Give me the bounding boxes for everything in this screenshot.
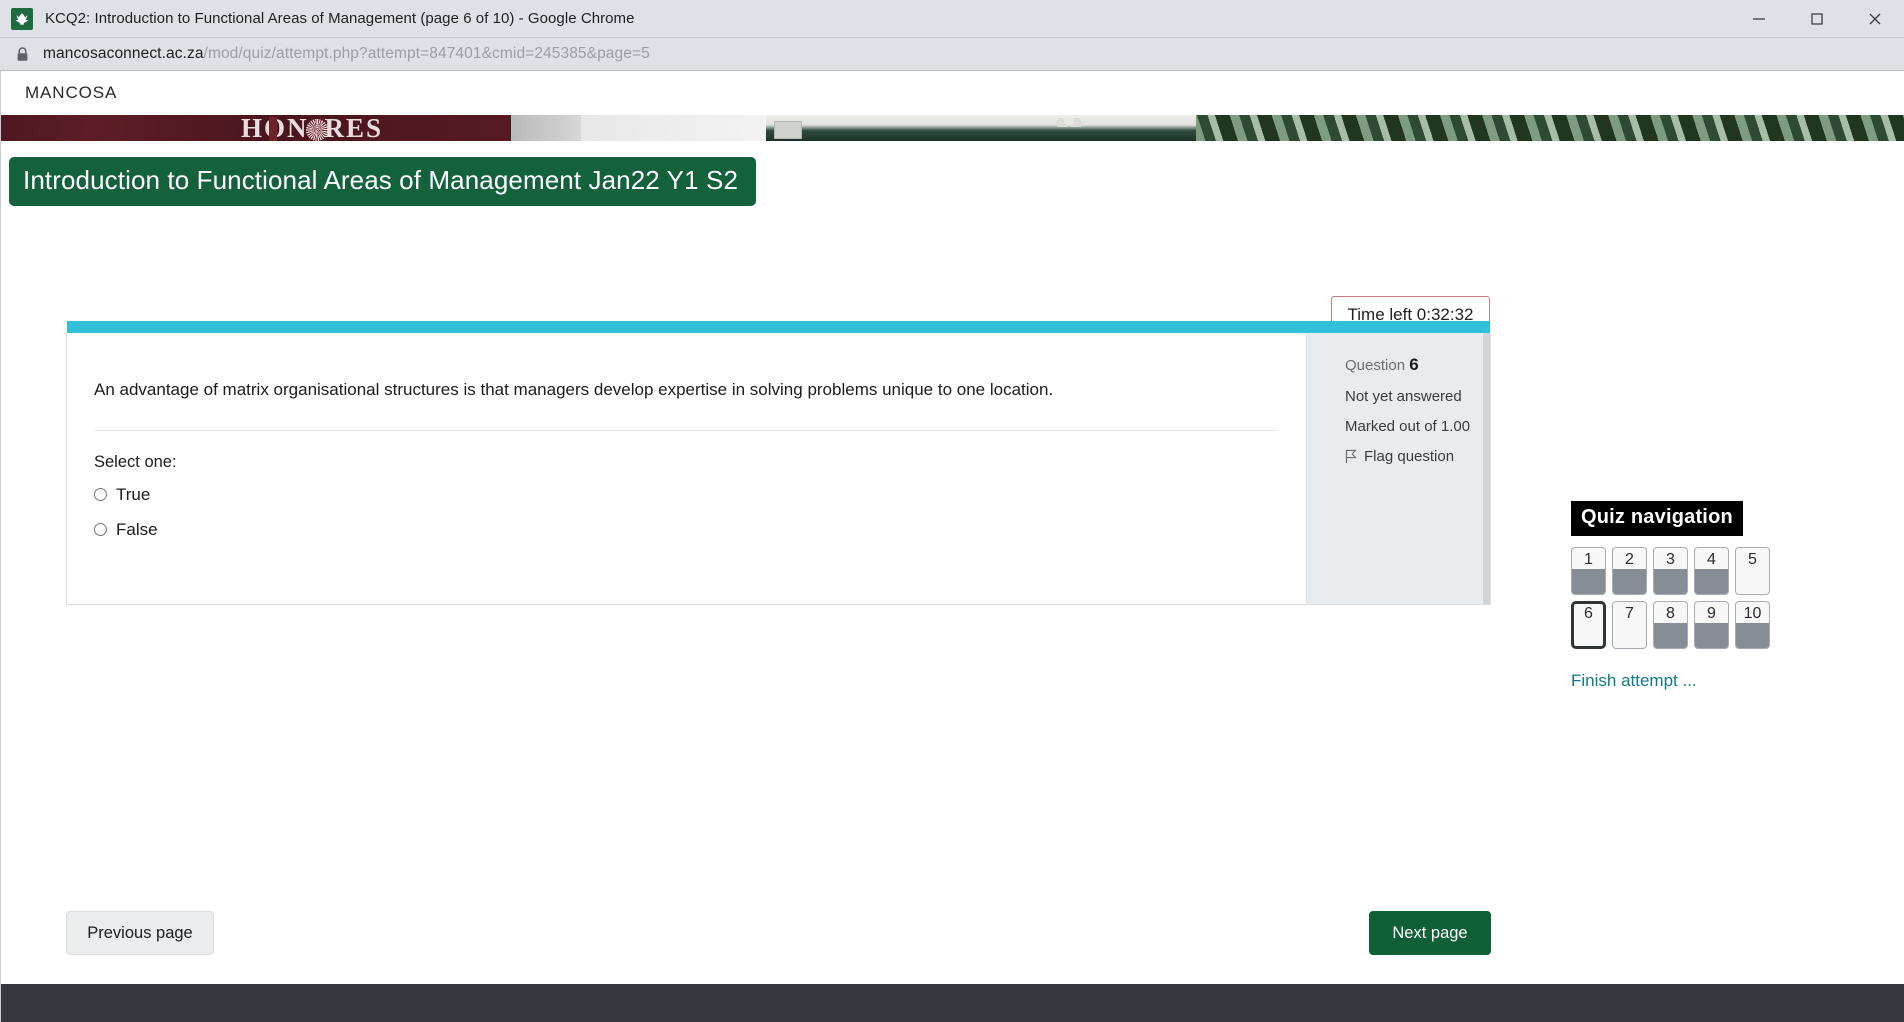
flag-question-label: Flag question (1364, 448, 1455, 466)
finish-attempt-link[interactable]: Finish attempt ... (1571, 671, 1697, 691)
browser-titlebar: KCQ2: Introduction to Functional Areas o… (0, 0, 1904, 38)
maximize-button[interactable] (1788, 0, 1846, 38)
quiz-nav-button-label: 7 (1625, 605, 1634, 623)
site-banner-carousel: HON RES (1, 115, 1904, 141)
quiz-navigation-panel: Quiz navigation 1 2 3 4 5 6 7 8 9 10 Finish attem… (1571, 501, 1801, 691)
banner-segment-grey-b (581, 115, 766, 141)
question-body: An advantage of matrix organisational st… (67, 333, 1307, 605)
question-number: 6 (1409, 355, 1419, 375)
url-path: /mod/quiz/attempt.php?attempt=847401&cmi… (203, 45, 650, 62)
question-word: Question (1345, 357, 1406, 375)
radio-false[interactable] (94, 523, 107, 537)
quiz-nav-button-5[interactable]: 5 (1735, 547, 1770, 596)
radio-true[interactable] (94, 488, 107, 502)
quiz-nav-button-label: 1 (1584, 551, 1593, 569)
minimize-button[interactable] (1730, 0, 1788, 38)
quiz-nav-answered-fill (1654, 569, 1687, 595)
page-title: Introduction to Functional Areas of Mana… (9, 157, 756, 207)
option-true-label: True (116, 485, 151, 505)
url-host: mancosaconnect.ac.za (43, 45, 204, 62)
select-one-prompt: Select one: (94, 453, 177, 472)
mancosa-logo-icon (11, 7, 33, 30)
question-info-panel: Question 6 Not yet answered Marked out o… (1307, 333, 1490, 605)
window-controls (1730, 0, 1904, 38)
page-footer-bar (1, 984, 1904, 1022)
option-false[interactable]: False (94, 521, 1279, 538)
quiz-content: Time left 0:32:32 An advantage of matrix… (1, 206, 1904, 984)
question-number-line: Question 6 (1345, 355, 1490, 375)
quiz-nav-button-8[interactable]: 8 (1653, 601, 1688, 650)
quiz-nav-button-label: 3 (1666, 551, 1675, 569)
quiz-navigation-grid: 1 2 3 4 5 6 7 8 9 10 (1571, 547, 1781, 650)
quiz-nav-answered-fill (1613, 569, 1646, 595)
banner-image: HON RES (1, 115, 1904, 141)
question-status: Not yet answered (1345, 388, 1462, 406)
page-header: Introduction to Functional Areas of Mana… (1, 141, 1904, 207)
quiz-nav-button-10[interactable]: 10 (1735, 601, 1770, 650)
quiz-nav-answered-fill (1695, 623, 1728, 649)
quiz-nav-button-label: 2 (1625, 551, 1634, 569)
previous-page-button[interactable]: Previous page (66, 911, 214, 956)
banner-segment-foliage (1196, 115, 1904, 141)
quiz-nav-button-1[interactable]: 1 (1571, 547, 1606, 596)
quiz-nav-button-6[interactable]: 6 (1571, 601, 1606, 650)
window-title: KCQ2: Introduction to Functional Areas o… (45, 10, 635, 27)
quiz-navigation-title: Quiz navigation (1571, 501, 1743, 537)
quiz-nav-button-4[interactable]: 4 (1694, 547, 1729, 596)
banner-segment-room (766, 115, 1196, 141)
quiz-nav-answered-fill (1695, 569, 1728, 595)
question-text: An advantage of matrix organisational st… (94, 380, 1054, 400)
lock-icon (14, 46, 30, 62)
page-viewport: MANCOSA HON RES Introduction to Functiona… (0, 71, 1904, 1022)
quiz-nav-button-label: 5 (1748, 551, 1757, 569)
address-bar[interactable]: mancosaconnect.ac.za/mod/quiz/attempt.ph… (0, 38, 1904, 71)
quiz-nav-button-7[interactable]: 7 (1612, 601, 1647, 650)
quiz-nav-button-9[interactable]: 9 (1694, 601, 1729, 650)
question-marks: Marked out of 1.00 (1345, 418, 1471, 436)
banner-honores-text: HON RES (241, 115, 384, 141)
option-true[interactable]: True (94, 486, 1279, 503)
url-text: mancosaconnect.ac.za/mod/quiz/attempt.ph… (43, 45, 650, 63)
quiz-nav-button-2[interactable]: 2 (1612, 547, 1647, 596)
quiz-nav-button-label: 8 (1666, 605, 1675, 623)
site-navbar: MANCOSA (1, 71, 1904, 115)
quiz-nav-button-label: 9 (1707, 605, 1716, 623)
next-page-button[interactable]: Next page (1369, 911, 1491, 956)
banner-seal-icon (305, 119, 328, 141)
site-brand[interactable]: MANCOSA (25, 83, 117, 103)
question-accent-bar (67, 321, 1490, 334)
quiz-nav-answered-fill (1654, 623, 1687, 649)
quiz-nav-button-label: 6 (1584, 605, 1593, 623)
question-info-scrollbar[interactable] (1483, 333, 1490, 605)
quiz-nav-button-3[interactable]: 3 (1653, 547, 1688, 596)
question-card: An advantage of matrix organisational st… (66, 321, 1491, 606)
quiz-nav-answered-fill (1572, 569, 1605, 595)
quiz-nav-button-label: 4 (1707, 551, 1716, 569)
answer-options: Select one: True False (67, 431, 1306, 572)
close-button[interactable] (1846, 0, 1904, 38)
flag-question-button[interactable]: Flag question (1345, 448, 1490, 465)
quiz-nav-button-label: 10 (1743, 605, 1762, 623)
browser-window: KCQ2: Introduction to Functional Areas o… (0, 0, 1904, 1022)
banner-segment-grey-a (511, 115, 581, 141)
flag-icon (1345, 449, 1357, 464)
banner-segment-maroon: HON RES (1, 115, 511, 141)
quiz-nav-answered-fill (1736, 623, 1769, 649)
option-false-label: False (116, 520, 158, 540)
